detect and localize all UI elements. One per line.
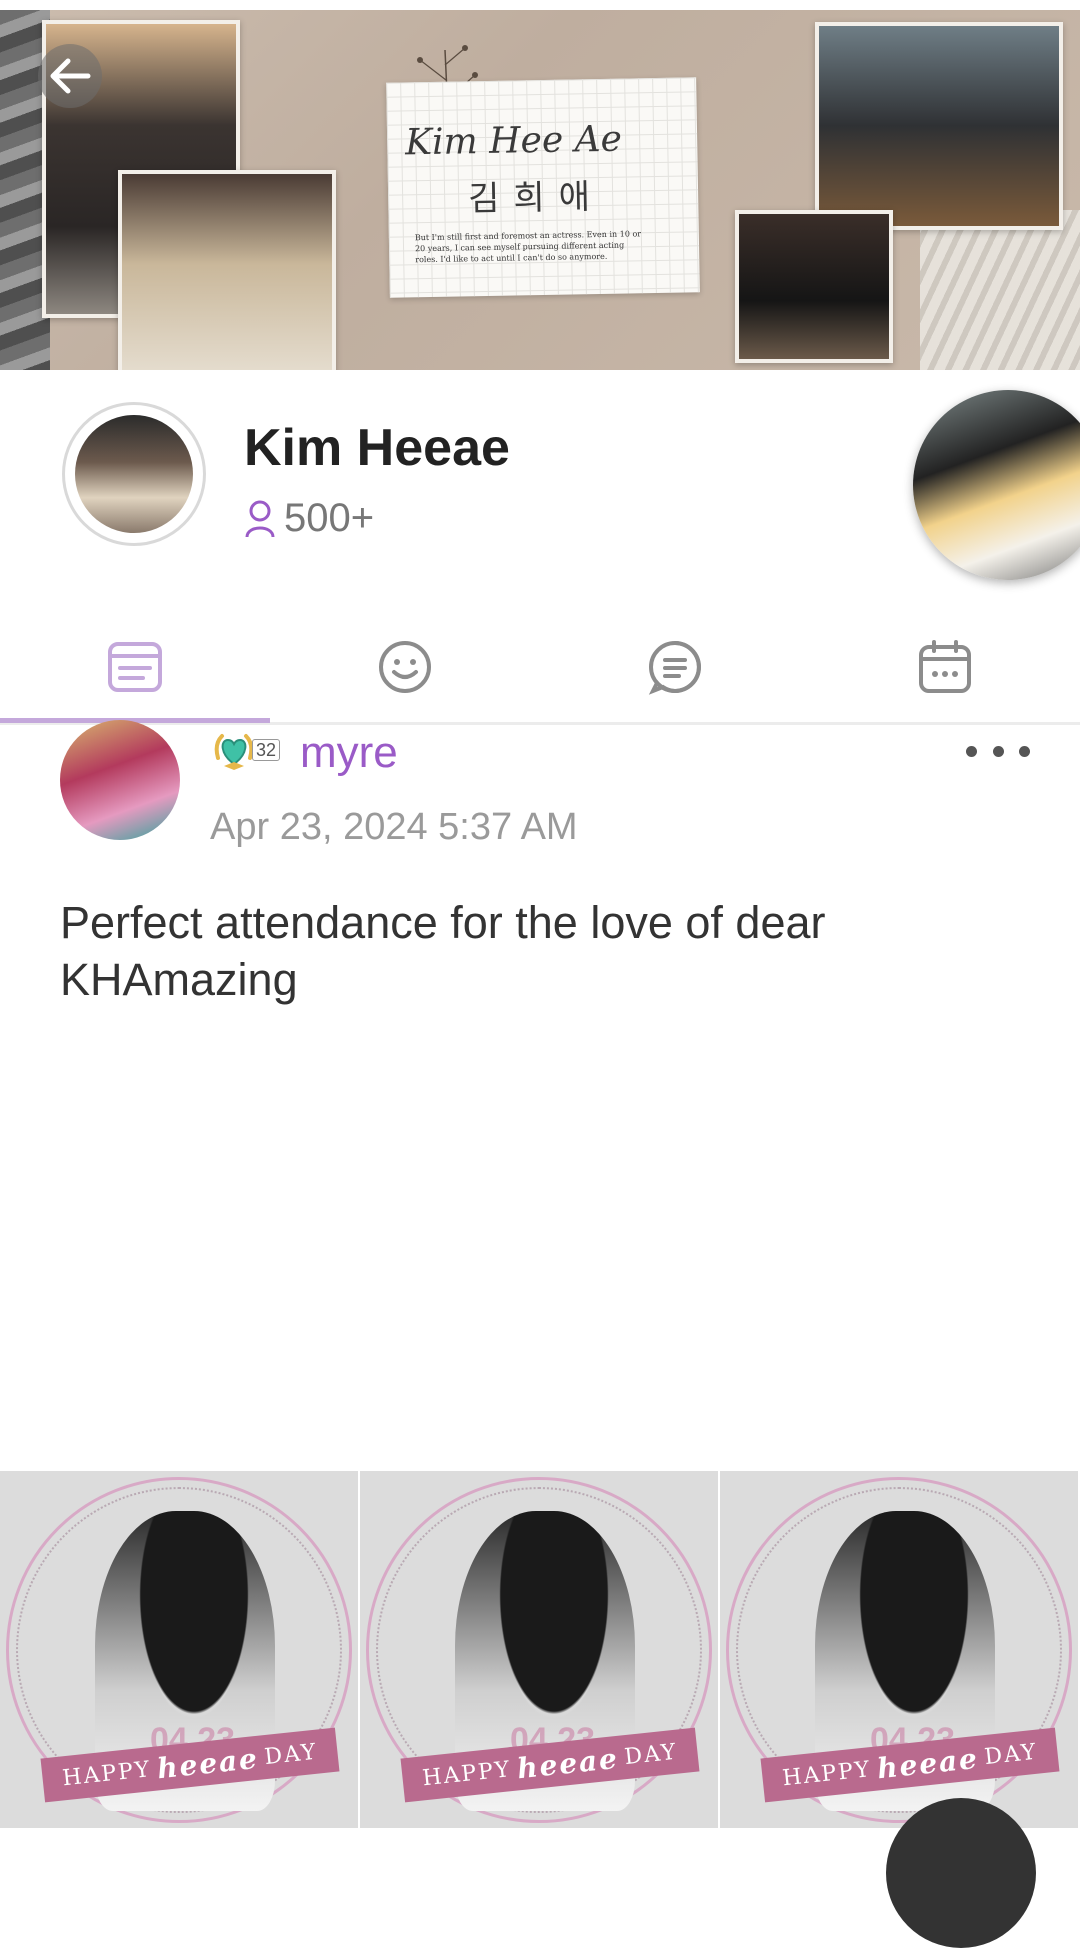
ribbon-text-left: HAPPY xyxy=(781,1756,873,1791)
more-options-button[interactable] xyxy=(966,736,1030,766)
post-timestamp: Apr 23, 2024 5:37 AM xyxy=(210,806,578,848)
banner-photo-portrait xyxy=(118,170,336,370)
heart-laurel-icon xyxy=(214,734,254,770)
post-author-name[interactable]: myre xyxy=(300,728,398,778)
banner-newspaper-strip xyxy=(920,210,1080,370)
signature-text: Kim Hee Ae xyxy=(404,118,623,164)
post-image-1[interactable]: 04 23 HAPPY heeae DAY xyxy=(0,1471,360,1828)
community-avatar[interactable] xyxy=(62,402,206,546)
community-banner: Kim Hee Ae 김희애 But I'm still first and f… xyxy=(0,10,1080,370)
tab-events[interactable] xyxy=(810,610,1080,724)
ribbon-text-mid: heeae xyxy=(155,1741,261,1785)
user-profile-avatar[interactable] xyxy=(913,390,1080,580)
banner-photo-duo xyxy=(735,210,893,363)
tab-chats[interactable] xyxy=(540,610,810,724)
feed-icon xyxy=(108,642,162,692)
post-body-text: Perfect attendance for the love of dear … xyxy=(60,897,826,1005)
person-icon xyxy=(245,500,275,537)
signature-korean: 김희애 xyxy=(467,176,605,220)
more-dot-icon xyxy=(992,745,1004,757)
signature-note: Kim Hee Ae 김희애 But I'm still first and f… xyxy=(386,77,700,298)
member-count[interactable]: 500+ xyxy=(244,496,374,541)
arrow-left-icon xyxy=(50,58,91,94)
back-button[interactable] xyxy=(38,44,102,108)
tab-feed[interactable] xyxy=(0,610,270,724)
actress-quote: But I'm still first and foremost an actr… xyxy=(414,229,642,265)
post-author-avatar[interactable] xyxy=(60,720,180,840)
level-number: 32 xyxy=(252,739,281,761)
ribbon-text-right: DAY xyxy=(983,1739,1039,1770)
post-image-grid: 04 23 HAPPY heeae DAY 04 23 HAPPY heeae … xyxy=(0,1471,1080,1828)
level-badge: 32 xyxy=(212,728,281,772)
post-image-3[interactable]: 04 23 HAPPY heeae DAY xyxy=(720,1471,1080,1828)
ribbon-text-mid: heeae xyxy=(875,1741,981,1785)
more-dot-icon xyxy=(966,745,977,757)
community-tabs xyxy=(0,610,1080,724)
ribbon-text-right: DAY xyxy=(623,1739,679,1770)
chat-bubble-icon xyxy=(648,641,701,695)
ribbon-text-mid: heeae xyxy=(515,1741,621,1785)
ribbon-text-left: HAPPY xyxy=(421,1756,513,1791)
tab-stickers[interactable] xyxy=(270,610,540,724)
community-avatar-image xyxy=(75,415,193,533)
ribbon-text-right: DAY xyxy=(263,1739,319,1770)
post-image-2[interactable]: 04 23 HAPPY heeae DAY xyxy=(360,1471,720,1828)
ribbon-text-left: HAPPY xyxy=(61,1756,153,1791)
banner-photo-bench xyxy=(815,22,1063,230)
floating-action-button[interactable] xyxy=(886,1798,1036,1948)
calendar-icon xyxy=(919,640,971,693)
more-dot-icon xyxy=(1019,745,1030,757)
smiley-icon xyxy=(379,641,431,693)
member-count-value: 500+ xyxy=(284,496,375,540)
community-name: Kim Heeae xyxy=(244,419,510,477)
